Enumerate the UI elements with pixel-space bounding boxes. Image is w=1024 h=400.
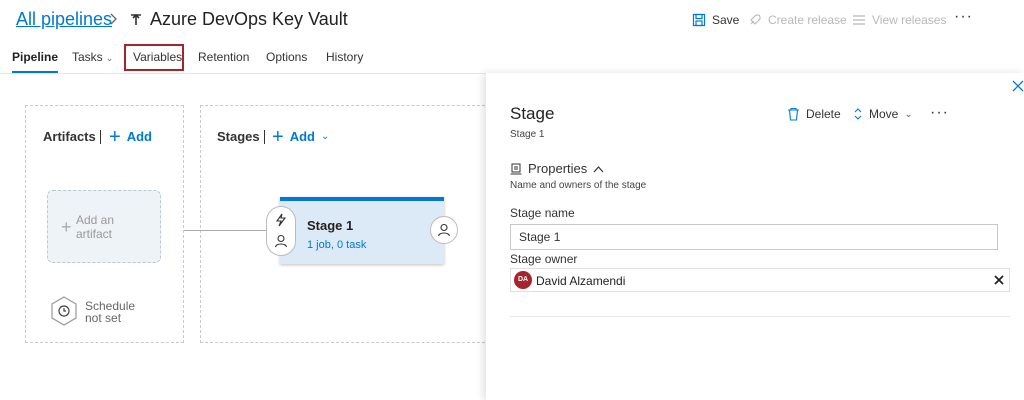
more-actions-button[interactable]: ··· (954, 8, 973, 26)
view-releases-label: View releases (872, 13, 947, 27)
artifacts-title: Artifacts (43, 129, 96, 144)
properties-header: Properties (528, 161, 588, 176)
clear-owner-icon[interactable] (992, 273, 1006, 287)
owner-name: David Alzamendi (536, 274, 626, 288)
properties-section-toggle[interactable]: Properties (510, 161, 604, 176)
plus-icon: + (61, 217, 72, 237)
chevron-down-icon: ⌄ (105, 53, 114, 63)
move-stage-button[interactable]: Move ⌄ (853, 107, 913, 121)
stages-title: Stages (217, 129, 260, 144)
trash-icon (788, 107, 799, 121)
stage-name-input[interactable] (510, 224, 998, 250)
stage-card-summary[interactable]: 1 job, 0 task (307, 239, 366, 251)
chevron-up-icon (593, 165, 604, 172)
avatar: DA (514, 271, 532, 289)
separator (100, 130, 101, 144)
save-button[interactable]: Save (692, 13, 739, 27)
top-bar: All pipelines Azure DevOps Key Vault Sav… (0, 0, 1024, 40)
create-release-button[interactable]: Create release (748, 13, 847, 27)
tab-history[interactable]: History (326, 50, 363, 64)
view-releases-button[interactable]: View releases (852, 13, 946, 27)
delete-stage-button[interactable]: Delete (787, 107, 841, 121)
person-icon (274, 234, 288, 248)
panel-more-button[interactable]: ··· (930, 104, 949, 122)
save-icon (692, 13, 706, 27)
list-icon (853, 15, 865, 25)
create-release-label: Create release (768, 13, 847, 27)
panel-title: Stage (510, 104, 555, 123)
properties-description: Name and owners of the stage (510, 180, 647, 191)
add-artifact-link-label: Add (126, 129, 152, 144)
chevron-down-icon: ⌄ (320, 131, 330, 142)
add-artifact-link[interactable]: + Add (109, 125, 152, 148)
chevron-down-icon: ⌄ (904, 108, 913, 120)
close-icon[interactable] (1012, 80, 1024, 92)
plus-icon: + (272, 125, 284, 148)
tab-tasks[interactable]: Tasks ⌄ (72, 50, 113, 64)
add-artifact-card[interactable]: + Add an artifact (47, 190, 161, 263)
variables-tab-highlight (124, 44, 184, 71)
stage-name-label: Stage name (510, 206, 575, 220)
pre-deployment-conditions-button[interactable] (266, 206, 296, 256)
tab-pipeline[interactable]: Pipeline (12, 50, 59, 73)
tab-tasks-label: Tasks (72, 50, 103, 64)
separator (264, 130, 265, 144)
breadcrumb-all-pipelines[interactable]: All pipelines (16, 9, 112, 30)
schedule-trigger[interactable]: Schedule not set (50, 296, 160, 330)
schedule-label: Schedule not set (85, 299, 136, 325)
stage-card-name: Stage 1 (307, 218, 354, 233)
tab-options[interactable]: Options (266, 50, 307, 64)
stage-card[interactable]: Stage 1 1 job, 0 task (280, 197, 444, 264)
rocket-icon (750, 14, 761, 25)
stage-owner-label: Stage owner (510, 252, 578, 266)
add-stage-link-label: Add (289, 129, 315, 144)
release-pipeline-icon (131, 13, 141, 25)
chevron-right-icon (110, 13, 117, 25)
move-label: Move (869, 107, 899, 121)
sort-icon (854, 108, 862, 120)
tab-retention[interactable]: Retention (198, 50, 249, 64)
artifact-stage-connector (184, 230, 268, 231)
pipeline-title: Azure DevOps Key Vault (150, 9, 348, 29)
add-artifact-label: Add an artifact (76, 213, 115, 241)
post-deployment-conditions-button[interactable] (430, 216, 458, 244)
stage-owner-field[interactable]: DA David Alzamendi (510, 268, 1010, 292)
save-label: Save (712, 13, 740, 27)
plus-icon: + (109, 125, 121, 148)
schedule-clock-icon (51, 296, 77, 326)
properties-icon (510, 163, 522, 174)
panel-subtitle: Stage 1 (510, 129, 545, 140)
person-icon (437, 223, 451, 237)
delete-label: Delete (806, 107, 841, 121)
lightning-icon (275, 213, 287, 227)
panel-divider (510, 316, 1010, 317)
add-stage-link[interactable]: + Add ⌄ (272, 125, 330, 148)
